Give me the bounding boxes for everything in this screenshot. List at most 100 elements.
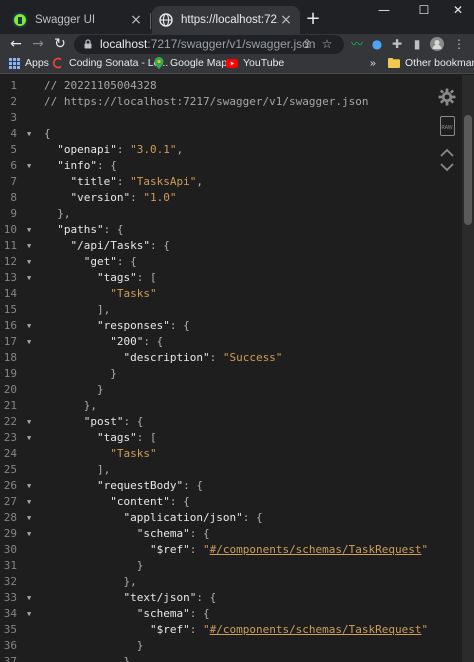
- bookmark-label: Other bookmarks: [405, 57, 474, 69]
- url-host: localhost: [100, 37, 148, 51]
- new-tab-button[interactable]: +: [304, 10, 322, 28]
- address-bar[interactable]: localhost:7217/swagger/v1/swagger.json ⇪…: [74, 35, 344, 54]
- line-number: 3: [10, 111, 17, 124]
- fold-toggle-icon[interactable]: ▼: [27, 590, 31, 606]
- raw-view-icon[interactable]: RAW: [440, 116, 455, 136]
- code-line: 20 }: [0, 382, 470, 398]
- google-maps-icon: [153, 57, 165, 69]
- code-line: 12 ▼ "get": {: [0, 254, 470, 270]
- bookmark-label: YouTube: [243, 57, 285, 69]
- code-line: 17 ▼ "200": {: [0, 334, 470, 350]
- line-number: 36: [3, 639, 17, 652]
- minimize-button[interactable]: —: [366, 0, 402, 20]
- line-number: 4: [10, 127, 17, 140]
- code-text: },: [44, 575, 137, 588]
- fold-toggle-icon[interactable]: ▼: [27, 510, 31, 526]
- other-bookmarks[interactable]: Other bookmarks: [388, 57, 474, 69]
- code-line: 37 },: [0, 654, 470, 662]
- fold-toggle-icon[interactable]: ▼: [27, 158, 31, 174]
- fold-toggle-icon[interactable]: ▼: [27, 334, 31, 350]
- code-text: // 20221105004328: [44, 79, 157, 92]
- code-line: 23 ▼ "tags": [: [0, 430, 470, 446]
- code-text: "content": {: [110, 495, 190, 508]
- maximize-button[interactable]: ☐: [406, 0, 442, 20]
- url-path: :7217/swagger/v1/swagger.json: [147, 37, 316, 51]
- fold-toggle-icon[interactable]: ▼: [27, 606, 31, 622]
- code-text: "schema": {: [136, 527, 210, 540]
- code-line: 16 ▼ "responses": {: [0, 318, 470, 334]
- line-number: 23: [3, 431, 17, 444]
- code-text: "openapi": "3.0.1",: [57, 143, 184, 156]
- share-icon[interactable]: ⇪: [300, 37, 314, 51]
- vertical-scrollbar[interactable]: [462, 75, 474, 662]
- code-line: 1 // 20221105004328: [0, 78, 470, 94]
- code-line: 2 // https://localhost:7217/swagger/v1/sw…: [0, 94, 470, 110]
- line-number: 6: [10, 159, 17, 172]
- line-number: 7: [10, 175, 17, 188]
- fold-toggle-icon[interactable]: ▼: [27, 494, 31, 510]
- fold-toggle-icon[interactable]: ▼: [27, 478, 31, 494]
- code-text: "get": {: [83, 255, 137, 268]
- code-text: "application/json": {: [123, 511, 263, 524]
- fold-toggle-icon[interactable]: ▼: [27, 270, 31, 286]
- line-number: 1: [10, 79, 17, 92]
- bookmarks-overflow-button[interactable]: »: [370, 57, 376, 69]
- line-number: 18: [3, 351, 17, 364]
- raw-label: RAW: [441, 125, 453, 131]
- chevron-down-icon[interactable]: [438, 158, 456, 172]
- code-text: "tags": [: [96, 271, 157, 284]
- fold-toggle-icon[interactable]: ▼: [27, 318, 31, 334]
- fold-toggle-icon[interactable]: ▼: [27, 126, 31, 142]
- code-text: "$ref": "#/components/schemas/TaskReques…: [149, 623, 429, 636]
- fold-toggle-icon[interactable]: ▼: [27, 526, 31, 542]
- line-number: 29: [3, 527, 17, 540]
- extension-monitor-icon[interactable]: 〰: [350, 37, 364, 51]
- bookmark-apps[interactable]: Apps: [8, 57, 49, 69]
- line-number: 10: [3, 223, 17, 236]
- tab-close-icon[interactable]: ×: [128, 12, 144, 28]
- sidebar-panel-icon[interactable]: ▮: [410, 37, 424, 51]
- tab-close-icon[interactable]: ×: [278, 12, 294, 28]
- menu-kebab-icon[interactable]: ⋮: [452, 37, 466, 51]
- code-text: },: [44, 655, 137, 662]
- code-text: "tags": [: [96, 431, 157, 444]
- profile-avatar-icon[interactable]: [430, 37, 444, 51]
- fold-toggle-icon[interactable]: ▼: [27, 430, 31, 446]
- code-line: 35 "$ref": "#/components/schemas/TaskReq…: [0, 622, 470, 638]
- line-number: 12: [3, 255, 17, 268]
- reload-icon[interactable]: ↻: [52, 36, 68, 52]
- tab-swagger-json[interactable]: https://localhost:7217/swagger/v1/swagge…: [152, 6, 300, 34]
- tab-title: Swagger UI: [35, 14, 96, 26]
- bookmark-coding-sonata[interactable]: Coding Sonata - Le...: [52, 57, 168, 69]
- fold-toggle-icon[interactable]: ▼: [27, 254, 31, 270]
- code-text: "responses": {: [96, 319, 190, 332]
- close-window-button[interactable]: ✕: [440, 0, 474, 20]
- fold-toggle-icon[interactable]: ▼: [27, 414, 31, 430]
- fold-toggle-icon[interactable]: ▼: [27, 222, 31, 238]
- bookmark-star-icon[interactable]: ☆: [320, 37, 334, 51]
- chevron-up-icon[interactable]: [438, 144, 456, 157]
- code-text: }: [44, 639, 144, 652]
- line-number: 34: [3, 607, 17, 620]
- code-line: 10 ▼ "paths": {: [0, 222, 470, 238]
- code-line: 8 "version": "1.0": [0, 190, 470, 206]
- scrollbar-thumb[interactable]: [464, 115, 472, 225]
- fold-toggle-icon[interactable]: ▼: [27, 238, 31, 254]
- line-number: 33: [3, 591, 17, 604]
- code-line: 36 }: [0, 638, 470, 654]
- tab-swagger-ui[interactable]: Swagger UI ×: [6, 6, 150, 34]
- gear-icon[interactable]: [438, 88, 456, 106]
- bookmark-google-maps[interactable]: Google Maps: [153, 57, 232, 69]
- extension-user-icon[interactable]: ●: [370, 37, 384, 51]
- extensions-puzzle-icon[interactable]: ✚: [390, 37, 404, 51]
- line-number: 27: [3, 495, 17, 508]
- code-line: 7 "title": "TasksApi",: [0, 174, 470, 190]
- code-text: ],: [44, 463, 111, 476]
- line-number: 24: [3, 447, 17, 460]
- folder-icon: [388, 57, 400, 69]
- back-arrow-icon[interactable]: ←: [8, 36, 24, 52]
- line-number: 20: [3, 383, 17, 396]
- bookmark-youtube[interactable]: YouTube: [226, 57, 284, 69]
- code-line: 9 },: [0, 206, 470, 222]
- forward-arrow-icon[interactable]: →: [30, 36, 46, 52]
